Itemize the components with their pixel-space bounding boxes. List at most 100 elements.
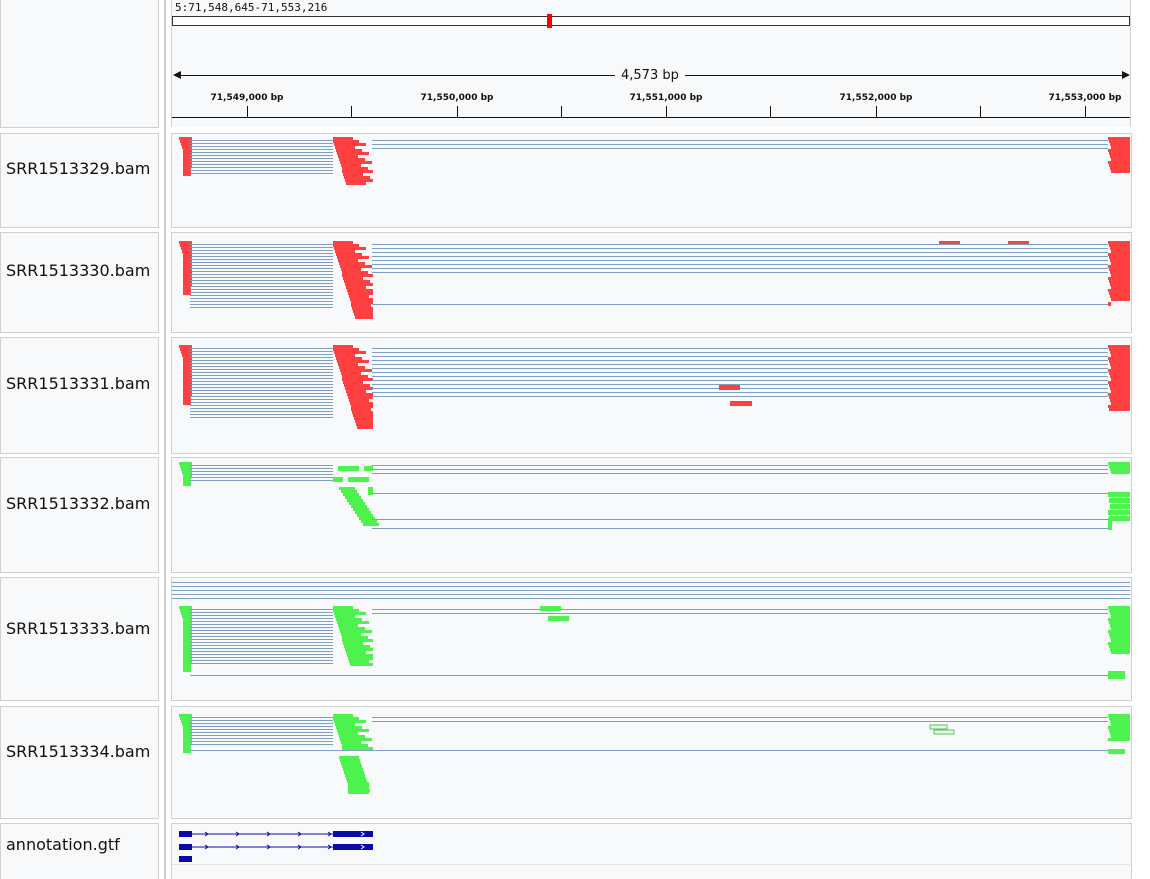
read[interactable]	[1110, 247, 1130, 250]
read[interactable]	[342, 378, 373, 381]
read[interactable]	[1108, 726, 1130, 729]
read[interactable]	[1108, 462, 1130, 465]
read[interactable]	[345, 387, 373, 390]
gene-exon[interactable]	[179, 831, 192, 837]
read[interactable]	[337, 621, 369, 624]
read[interactable]	[343, 642, 363, 645]
read[interactable]	[342, 744, 368, 747]
read[interactable]	[351, 408, 371, 411]
read[interactable]	[1108, 357, 1130, 360]
read[interactable]	[338, 466, 359, 471]
read[interactable]	[345, 283, 373, 286]
read[interactable]	[339, 366, 365, 369]
read[interactable]	[335, 354, 355, 357]
read[interactable]	[1109, 609, 1130, 612]
read[interactable]	[1111, 390, 1130, 393]
read[interactable]	[342, 167, 368, 170]
read[interactable]	[348, 657, 373, 660]
read[interactable]	[1111, 471, 1130, 474]
read[interactable]	[1109, 256, 1130, 259]
read[interactable]	[348, 782, 369, 794]
read[interactable]	[355, 420, 373, 423]
read[interactable]	[1108, 405, 1130, 408]
read[interactable]	[345, 774, 365, 777]
read[interactable]	[1110, 295, 1130, 298]
read[interactable]	[1111, 298, 1130, 301]
read[interactable]	[338, 363, 358, 366]
read[interactable]	[183, 170, 191, 173]
read[interactable]	[1108, 510, 1130, 515]
read[interactable]	[1111, 639, 1130, 642]
read[interactable]	[1108, 137, 1130, 140]
read[interactable]	[1111, 274, 1130, 277]
read[interactable]	[353, 414, 373, 417]
read[interactable]	[183, 747, 191, 750]
read[interactable]	[342, 636, 368, 639]
alignment-canvas[interactable]	[0, 0, 1150, 879]
read[interactable]	[333, 348, 359, 351]
read[interactable]	[340, 265, 372, 268]
read[interactable]	[339, 735, 365, 738]
read[interactable]	[183, 286, 191, 289]
read[interactable]	[350, 663, 373, 666]
read[interactable]	[336, 253, 362, 256]
read[interactable]	[363, 523, 379, 526]
read[interactable]	[1108, 714, 1130, 717]
read[interactable]	[338, 732, 358, 735]
read[interactable]	[343, 173, 363, 176]
read[interactable]	[1109, 372, 1130, 375]
read[interactable]	[1111, 286, 1130, 289]
read[interactable]	[1108, 749, 1125, 754]
read[interactable]	[1111, 378, 1130, 381]
read[interactable]	[361, 520, 377, 523]
read[interactable]	[333, 137, 353, 140]
read[interactable]	[345, 648, 373, 651]
read[interactable]	[348, 292, 373, 295]
read[interactable]	[349, 660, 369, 663]
read[interactable]	[342, 271, 368, 274]
read[interactable]	[337, 360, 369, 363]
read[interactable]	[1108, 606, 1130, 609]
read[interactable]	[1110, 648, 1130, 651]
read[interactable]	[337, 729, 369, 732]
read[interactable]	[349, 502, 365, 505]
read[interactable]	[1109, 292, 1130, 295]
read[interactable]	[343, 277, 363, 280]
read[interactable]	[179, 462, 192, 465]
read[interactable]	[1108, 630, 1130, 633]
read[interactable]	[548, 616, 569, 621]
read[interactable]	[1109, 164, 1130, 167]
read[interactable]	[340, 630, 372, 633]
read[interactable]	[351, 405, 373, 408]
read[interactable]	[333, 140, 359, 143]
read[interactable]	[1111, 170, 1130, 173]
read[interactable]	[540, 606, 561, 611]
read[interactable]	[1109, 268, 1130, 271]
read[interactable]	[1110, 155, 1130, 158]
read[interactable]	[1111, 615, 1130, 618]
gene-exon[interactable]	[179, 844, 192, 850]
read[interactable]	[336, 726, 362, 729]
read[interactable]	[1108, 369, 1130, 372]
read[interactable]	[183, 483, 191, 486]
read[interactable]	[333, 477, 343, 482]
read[interactable]	[1110, 612, 1130, 615]
read[interactable]	[357, 514, 373, 517]
read[interactable]	[1111, 366, 1130, 369]
read[interactable]	[344, 645, 370, 648]
read[interactable]	[1111, 735, 1130, 738]
read[interactable]	[334, 247, 366, 250]
read[interactable]	[353, 508, 369, 511]
read[interactable]	[344, 176, 370, 179]
read[interactable]	[352, 411, 373, 414]
read[interactable]	[1110, 167, 1130, 170]
read[interactable]	[334, 143, 366, 146]
read[interactable]	[1109, 384, 1130, 387]
read[interactable]	[1109, 516, 1130, 521]
read[interactable]	[344, 771, 364, 774]
read[interactable]	[340, 759, 360, 762]
read[interactable]	[1108, 241, 1130, 244]
read[interactable]	[337, 152, 369, 155]
read[interactable]	[347, 393, 373, 396]
read[interactable]	[1109, 498, 1130, 503]
